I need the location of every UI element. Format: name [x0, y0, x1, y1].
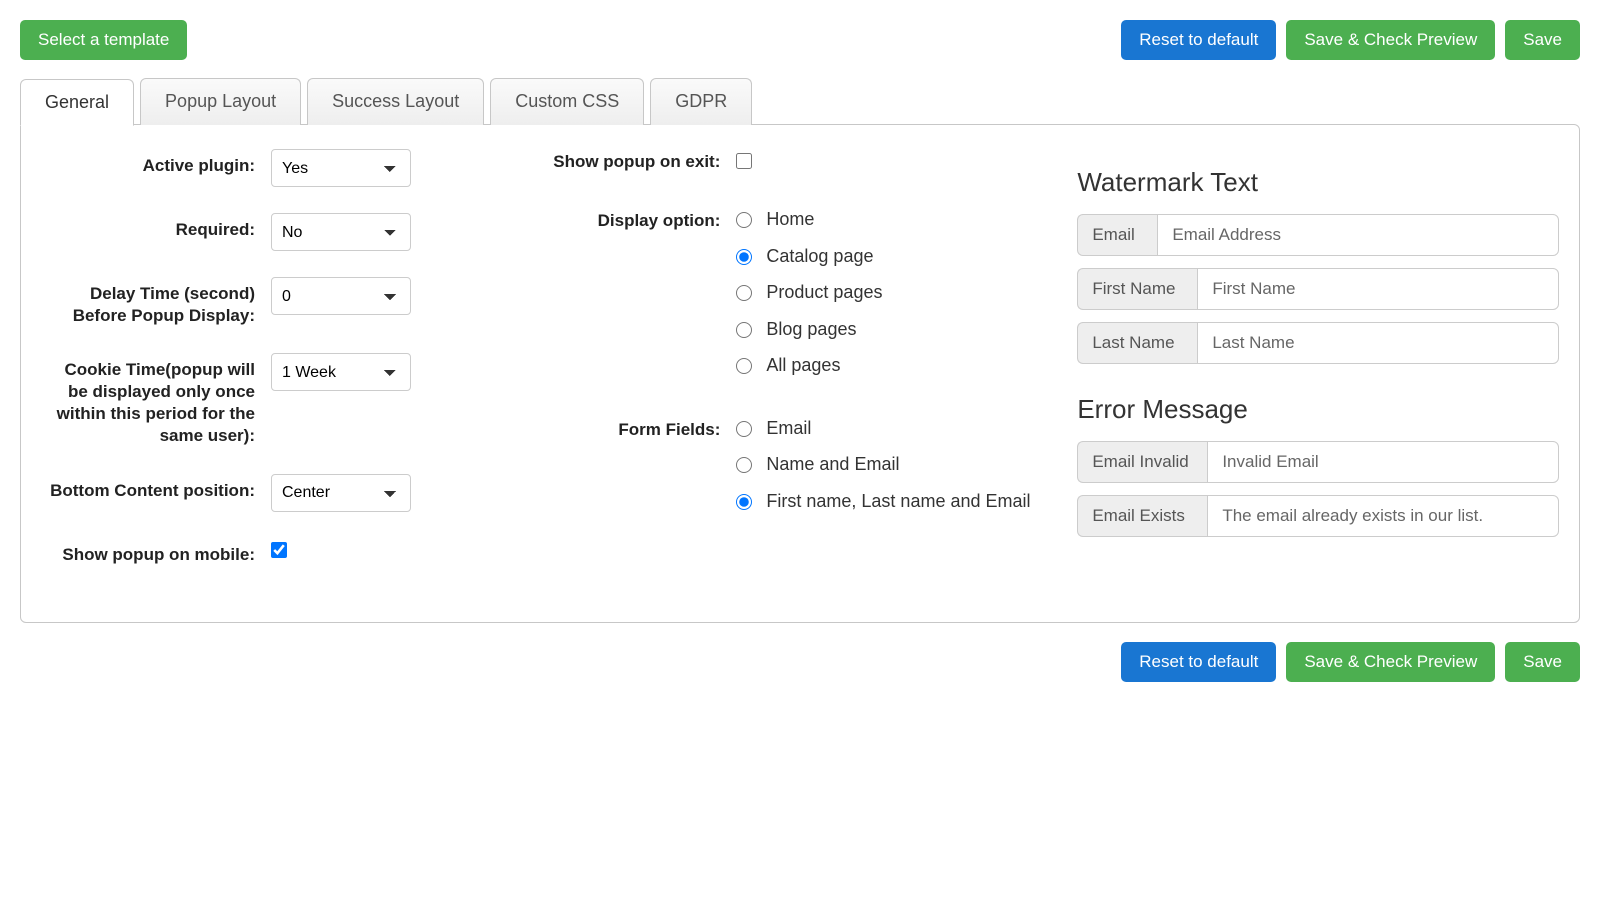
- tab-bar: General Popup Layout Success Layout Cust…: [20, 78, 1580, 125]
- radio-all-input[interactable]: [736, 358, 752, 374]
- radio-home-input[interactable]: [736, 212, 752, 228]
- cookie-time-label: Cookie Time(popup will be displayed only…: [41, 353, 271, 447]
- radio-all-text: All pages: [766, 354, 840, 377]
- radio-all[interactable]: All pages: [736, 354, 1037, 377]
- save-preview-button-bottom[interactable]: Save & Check Preview: [1286, 642, 1495, 682]
- save-preview-button-top[interactable]: Save & Check Preview: [1286, 20, 1495, 60]
- display-option-label: Display option:: [536, 208, 736, 232]
- tab-general[interactable]: General: [20, 79, 134, 126]
- watermark-row-email: Email: [1077, 214, 1559, 256]
- watermark-addon-firstname: First Name: [1077, 268, 1197, 310]
- select-template-button[interactable]: Select a template: [20, 20, 187, 60]
- radio-ff-name-email-text: Name and Email: [766, 453, 899, 476]
- watermark-input-firstname[interactable]: [1197, 268, 1559, 310]
- tab-success-layout[interactable]: Success Layout: [307, 78, 484, 125]
- top-toolbar: Select a template Reset to default Save …: [20, 20, 1580, 60]
- bottom-content-select[interactable]: Center: [271, 474, 411, 512]
- error-heading: Error Message: [1077, 394, 1559, 425]
- bottom-content-label: Bottom Content position:: [41, 474, 271, 502]
- delay-time-label: Delay Time (second) Before Popup Display…: [41, 277, 271, 327]
- error-row-exists: Email Exists: [1077, 495, 1559, 537]
- error-input-invalid[interactable]: [1207, 441, 1559, 483]
- form-fields-label: Form Fields:: [536, 417, 736, 441]
- radio-ff-email-input[interactable]: [736, 421, 752, 437]
- watermark-row-firstname: First Name: [1077, 268, 1559, 310]
- cookie-time-select[interactable]: 1 Week: [271, 353, 411, 391]
- show-mobile-label: Show popup on mobile:: [41, 538, 271, 566]
- bottom-toolbar: Reset to default Save & Check Preview Sa…: [20, 642, 1580, 682]
- radio-product-input[interactable]: [736, 285, 752, 301]
- radio-product-text: Product pages: [766, 281, 882, 304]
- watermark-addon-email: Email: [1077, 214, 1157, 256]
- radio-catalog-text: Catalog page: [766, 245, 873, 268]
- panel-general: Active plugin: Yes Required: No Delay Ti…: [20, 124, 1580, 623]
- col-right: Watermark Text Email First Name Last Nam…: [1077, 149, 1559, 592]
- radio-ff-name-email-input[interactable]: [736, 457, 752, 473]
- radio-catalog[interactable]: Catalog page: [736, 245, 1037, 268]
- active-plugin-label: Active plugin:: [41, 149, 271, 177]
- radio-home-text: Home: [766, 208, 814, 231]
- required-label: Required:: [41, 213, 271, 241]
- col-left: Active plugin: Yes Required: No Delay Ti…: [41, 149, 496, 592]
- radio-blog-input[interactable]: [736, 322, 752, 338]
- radio-blog[interactable]: Blog pages: [736, 318, 1037, 341]
- radio-ff-name-email[interactable]: Name and Email: [736, 453, 1037, 476]
- watermark-heading: Watermark Text: [1077, 167, 1559, 198]
- radio-home[interactable]: Home: [736, 208, 1037, 231]
- watermark-input-lastname[interactable]: [1197, 322, 1559, 364]
- radio-ff-first-last-email[interactable]: First name, Last name and Email: [736, 490, 1037, 513]
- tab-gdpr[interactable]: GDPR: [650, 78, 752, 125]
- radio-catalog-input[interactable]: [736, 249, 752, 265]
- delay-time-select[interactable]: 0: [271, 277, 411, 315]
- tab-custom-css[interactable]: Custom CSS: [490, 78, 644, 125]
- save-button-bottom[interactable]: Save: [1505, 642, 1580, 682]
- show-on-exit-label: Show popup on exit:: [536, 149, 736, 173]
- top-toolbar-right: Reset to default Save & Check Preview Sa…: [1121, 20, 1580, 60]
- radio-ff-email-text: Email: [766, 417, 811, 440]
- error-input-exists[interactable]: [1207, 495, 1559, 537]
- error-addon-invalid: Email Invalid: [1077, 441, 1207, 483]
- col-middle: Show popup on exit: Display option: Home: [536, 149, 1037, 592]
- display-option-group: Home Catalog page Product pages Blo: [736, 208, 1037, 377]
- radio-blog-text: Blog pages: [766, 318, 856, 341]
- watermark-addon-lastname: Last Name: [1077, 322, 1197, 364]
- form-fields-group: Email Name and Email First name, Last na…: [736, 417, 1037, 513]
- save-button-top[interactable]: Save: [1505, 20, 1580, 60]
- radio-product[interactable]: Product pages: [736, 281, 1037, 304]
- radio-ff-first-last-email-text: First name, Last name and Email: [766, 490, 1030, 513]
- radio-ff-email[interactable]: Email: [736, 417, 1037, 440]
- error-addon-exists: Email Exists: [1077, 495, 1207, 537]
- reset-button-bottom[interactable]: Reset to default: [1121, 642, 1276, 682]
- active-plugin-select[interactable]: Yes: [271, 149, 411, 187]
- watermark-row-lastname: Last Name: [1077, 322, 1559, 364]
- reset-button-top[interactable]: Reset to default: [1121, 20, 1276, 60]
- radio-ff-first-last-email-input[interactable]: [736, 494, 752, 510]
- show-on-exit-checkbox[interactable]: [736, 153, 752, 169]
- watermark-input-email[interactable]: [1157, 214, 1559, 256]
- tab-popup-layout[interactable]: Popup Layout: [140, 78, 301, 125]
- error-row-invalid: Email Invalid: [1077, 441, 1559, 483]
- show-mobile-checkbox[interactable]: [271, 542, 287, 558]
- required-select[interactable]: No: [271, 213, 411, 251]
